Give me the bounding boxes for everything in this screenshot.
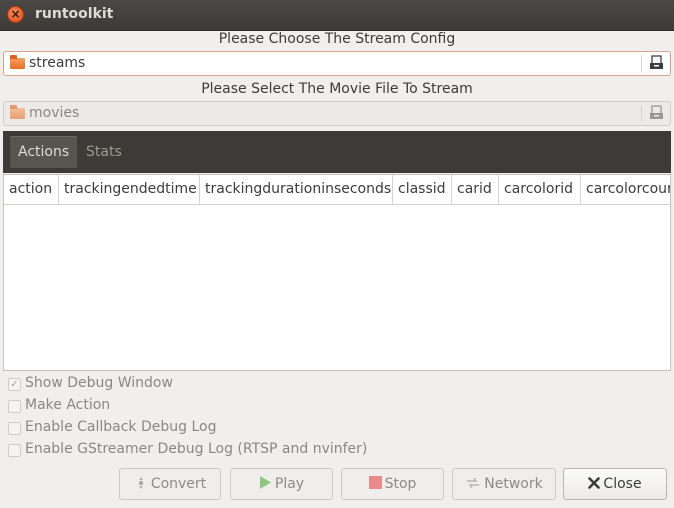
enable-callback-debug-log-label: Enable Callback Debug Log: [25, 419, 217, 435]
movie-file-label: movies: [29, 105, 80, 121]
window-close-button[interactable]: ×: [7, 6, 24, 23]
close-icon: [588, 469, 601, 499]
play-button[interactable]: Play: [230, 468, 333, 500]
column-header-carcolorcour[interactable]: carcolorcour: [581, 175, 670, 204]
stop-label: Stop: [384, 476, 417, 492]
make-action-checkbox[interactable]: Make Action: [8, 397, 268, 415]
close-label: Close: [603, 476, 642, 492]
network-icon: [465, 469, 481, 499]
movie-file-chooser[interactable]: movies: [3, 101, 671, 126]
make-action-label: Make Action: [25, 397, 111, 413]
close-icon: ×: [10, 7, 21, 21]
column-header-classid[interactable]: classid: [393, 175, 452, 204]
document-open-icon[interactable]: [648, 105, 664, 122]
movie-file-caption: Please Select The Movie File To Stream: [201, 81, 473, 97]
column-header-trackingdurationinseconds[interactable]: trackingdurationinseconds: [200, 175, 393, 204]
column-header-trackingendedtime[interactable]: trackingendedtime: [59, 175, 200, 204]
enable-gstreamer-debug-log-label: Enable GStreamer Debug Log (RTSP and nvi…: [25, 441, 368, 457]
stream-config-caption: Please Choose The Stream Config: [218, 31, 456, 47]
convert-button[interactable]: Convert: [119, 468, 221, 500]
chooser-separator: [641, 105, 642, 122]
stream-config-chooser[interactable]: streams: [3, 51, 671, 76]
stop-button[interactable]: Stop: [341, 468, 444, 500]
checkbox-unchecked-icon: [8, 444, 21, 457]
title-bar: × runtoolkit: [0, 0, 674, 31]
convert-label: Convert: [150, 476, 207, 492]
network-label: Network: [484, 476, 543, 492]
tab-actions[interactable]: Actions: [10, 136, 78, 168]
convert-icon: [134, 469, 148, 499]
checkbox-checked-icon: ✓: [8, 378, 21, 391]
play-icon: [259, 469, 272, 499]
stream-config-label: streams: [29, 55, 86, 71]
window-title: runtoolkit: [35, 6, 114, 22]
tab-bar: Actions Stats: [3, 131, 671, 173]
document-open-icon[interactable]: [648, 55, 664, 72]
table-header: action trackingendedtime trackingduratio…: [4, 175, 670, 205]
chooser-separator: [641, 55, 642, 72]
folder-icon: [10, 105, 25, 119]
network-button[interactable]: Network: [452, 468, 556, 500]
close-button[interactable]: Close: [563, 468, 667, 500]
column-header-action[interactable]: action: [4, 175, 59, 204]
column-header-carcolorid[interactable]: carcolorid: [499, 175, 581, 204]
tab-stats[interactable]: Stats: [78, 136, 130, 168]
actions-table[interactable]: action trackingendedtime trackingduratio…: [3, 174, 671, 371]
folder-icon: [10, 55, 25, 69]
stop-icon: [368, 469, 382, 499]
enable-gstreamer-debug-log-checkbox[interactable]: Enable GStreamer Debug Log (RTSP and nvi…: [8, 441, 368, 459]
checkbox-unchecked-icon: [8, 422, 21, 435]
show-debug-window-checkbox[interactable]: ✓ Show Debug Window: [8, 375, 268, 393]
checkbox-unchecked-icon: [8, 400, 21, 413]
show-debug-window-label: Show Debug Window: [25, 375, 173, 391]
play-label: Play: [274, 476, 305, 492]
enable-callback-debug-log-checkbox[interactable]: Enable Callback Debug Log: [8, 419, 268, 437]
column-header-carid[interactable]: carid: [452, 175, 499, 204]
